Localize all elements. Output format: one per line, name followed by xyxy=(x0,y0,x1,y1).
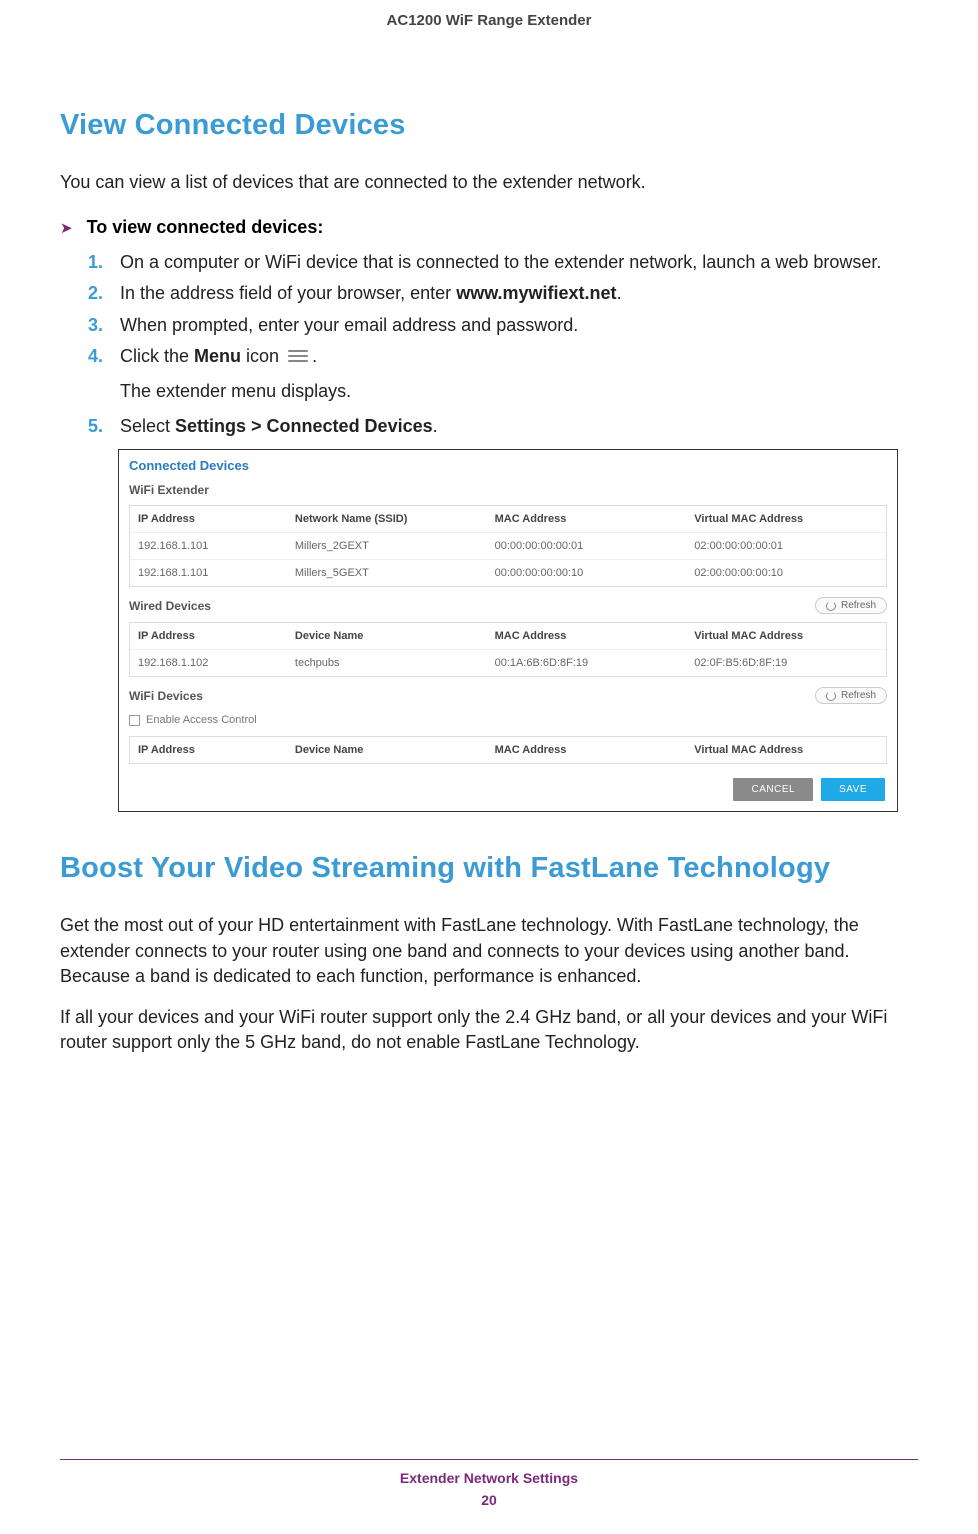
cell-ssid: Millers_2GEXT xyxy=(287,533,487,560)
fastlane-paragraph-2: If all your devices and your WiFi router… xyxy=(60,1005,918,1055)
step-4-sub: The extender menu displays. xyxy=(120,379,918,404)
cell-mac: 00:1A:6B:6D:8F:19 xyxy=(487,650,687,676)
fastlane-paragraph-1: Get the most out of your HD entertainmen… xyxy=(60,913,918,989)
col-devname: Device Name xyxy=(287,623,487,650)
col-mac: MAC Address xyxy=(487,506,687,533)
access-control-label: Enable Access Control xyxy=(146,714,257,726)
section-heading-fastlane: Boost Your Video Streaming with FastLane… xyxy=(60,852,918,885)
section1-intro: You can view a list of devices that are … xyxy=(60,170,918,195)
col-ssid: Network Name (SSID) xyxy=(287,506,487,533)
cell-mac: 00:00:00:00:00:01 xyxy=(487,533,687,560)
col-mac: MAC Address xyxy=(487,623,687,650)
refresh-icon xyxy=(826,691,836,701)
refresh-icon xyxy=(826,601,836,611)
table-row: 192.168.1.101 Millers_2GEXT 00:00:00:00:… xyxy=(130,533,886,560)
cell-ip: 192.168.1.102 xyxy=(130,650,287,676)
col-ip: IP Address xyxy=(130,737,287,763)
col-vmac: Virtual MAC Address xyxy=(686,737,886,763)
wifi-extender-table: IP Address Network Name (SSID) MAC Addre… xyxy=(129,505,887,587)
hamburger-menu-icon xyxy=(288,349,308,363)
procedure-arrow-icon: ➤ xyxy=(60,221,73,236)
step-number: 4. xyxy=(88,344,110,369)
step-2-url: www.mywifiext.net xyxy=(456,283,616,303)
step-2-pre: In the address field of your browser, en… xyxy=(120,283,456,303)
step-4-mid: icon xyxy=(241,346,284,366)
cell-ssid: Millers_5GEXT xyxy=(287,560,487,586)
col-ip: IP Address xyxy=(130,623,287,650)
col-mac: MAC Address xyxy=(487,737,687,763)
step-2-text: In the address field of your browser, en… xyxy=(120,281,918,306)
step-4-text: Click the Menu icon . xyxy=(120,344,918,369)
footer-page-number: 20 xyxy=(60,1492,918,1508)
step-5-pre: Select xyxy=(120,416,175,436)
page-header-title: AC1200 WiF Range Extender xyxy=(60,0,918,69)
step-5-text: Select Settings > Connected Devices. xyxy=(120,414,918,439)
wired-devices-label: Wired Devices xyxy=(129,599,211,613)
step-2-post: . xyxy=(617,283,622,303)
connected-devices-panel: Connected Devices WiFi Extender IP Addre… xyxy=(118,449,898,812)
col-vmac: Virtual MAC Address xyxy=(686,506,886,533)
wifi-devices-label: WiFi Devices xyxy=(129,689,203,703)
step-number: 2. xyxy=(88,281,110,306)
step-5-path: Settings > Connected Devices xyxy=(175,416,433,436)
step-number: 5. xyxy=(88,414,110,439)
step-4-post: . xyxy=(312,346,317,366)
access-control-row: Enable Access Control xyxy=(119,708,897,732)
save-button[interactable]: SAVE xyxy=(821,778,885,801)
step-number: 3. xyxy=(88,313,110,338)
refresh-button[interactable]: Refresh xyxy=(815,687,887,704)
access-control-checkbox[interactable] xyxy=(129,715,140,726)
step-number: 1. xyxy=(88,250,110,275)
cell-vmac: 02:00:00:00:00:01 xyxy=(686,533,886,560)
table-header-row: IP Address Device Name MAC Address Virtu… xyxy=(130,623,886,650)
cell-mac: 00:00:00:00:00:10 xyxy=(487,560,687,586)
footer-section-label: Extender Network Settings xyxy=(60,1470,918,1486)
col-devname: Device Name xyxy=(287,737,487,763)
table-row: 192.168.1.102 techpubs 00:1A:6B:6D:8F:19… xyxy=(130,650,886,676)
refresh-label: Refresh xyxy=(841,690,876,701)
table-header-row: IP Address Device Name MAC Address Virtu… xyxy=(130,737,886,763)
cell-ip: 192.168.1.101 xyxy=(130,533,287,560)
col-vmac: Virtual MAC Address xyxy=(686,623,886,650)
panel-title: Connected Devices xyxy=(119,450,897,477)
section-heading-view-connected: View Connected Devices xyxy=(60,109,918,142)
step-4-bold: Menu xyxy=(194,346,241,366)
step-5-post: . xyxy=(433,416,438,436)
table-header-row: IP Address Network Name (SSID) MAC Addre… xyxy=(130,506,886,533)
wired-devices-table: IP Address Device Name MAC Address Virtu… xyxy=(129,622,887,677)
refresh-label: Refresh xyxy=(841,600,876,611)
wifi-extender-label: WiFi Extender xyxy=(129,483,209,497)
wifi-devices-table: IP Address Device Name MAC Address Virtu… xyxy=(129,736,887,764)
refresh-button[interactable]: Refresh xyxy=(815,597,887,614)
cell-vmac: 02:00:00:00:00:10 xyxy=(686,560,886,586)
cell-ip: 192.168.1.101 xyxy=(130,560,287,586)
cell-vmac: 02:0F:B5:6D:8F:19 xyxy=(686,650,886,676)
procedure-heading: To view connected devices: xyxy=(87,217,324,238)
table-row: 192.168.1.101 Millers_5GEXT 00:00:00:00:… xyxy=(130,560,886,586)
step-3-text: When prompted, enter your email address … xyxy=(120,313,918,338)
page-footer: Extender Network Settings 20 xyxy=(60,1459,918,1508)
col-ip: IP Address xyxy=(130,506,287,533)
cell-devname: techpubs xyxy=(287,650,487,676)
cancel-button[interactable]: CANCEL xyxy=(733,778,813,801)
step-4-pre: Click the xyxy=(120,346,194,366)
step-1-text: On a computer or WiFi device that is con… xyxy=(120,250,918,275)
